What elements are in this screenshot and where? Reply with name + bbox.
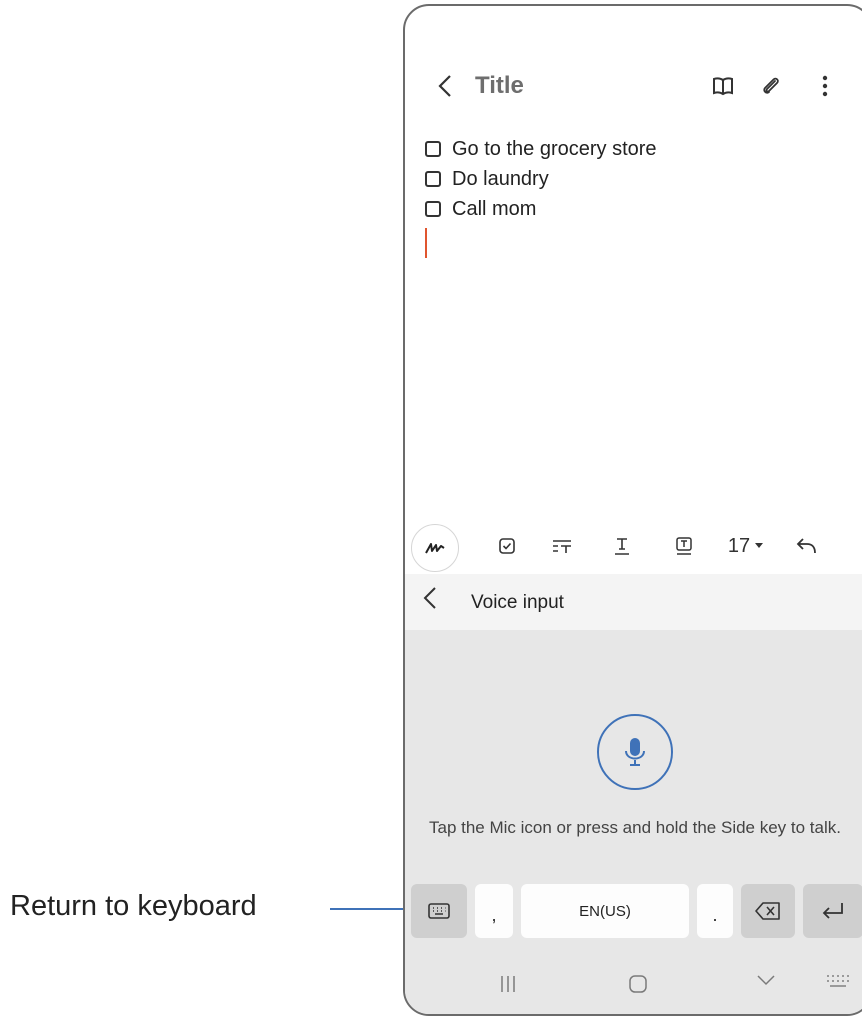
return-to-keyboard-button[interactable] <box>411 884 467 938</box>
enter-icon <box>822 903 843 919</box>
voice-input-label: Voice input <box>471 592 564 613</box>
book-icon <box>713 77 733 96</box>
handwriting-icon <box>425 543 445 554</box>
voice-keyboard-panel: Tap the Mic icon or press and hold the S… <box>405 630 862 1014</box>
text-style-icon <box>553 540 571 553</box>
hide-keyboard-button[interactable] <box>751 974 781 986</box>
mic-button[interactable] <box>597 714 673 790</box>
more-vertical-icon <box>822 75 828 97</box>
checklist-item: Call mom <box>425 194 657 224</box>
text-cursor <box>425 228 427 258</box>
font-size-selector[interactable]: 17 <box>723 528 769 564</box>
chevron-left-icon <box>438 75 451 97</box>
chevron-down-icon <box>757 975 775 986</box>
checklist-item: Do laundry <box>425 164 657 194</box>
text-box-icon <box>676 537 692 555</box>
keyboard-icon <box>428 903 450 919</box>
page-title[interactable]: Title <box>475 72 524 100</box>
pen-mode-button[interactable] <box>411 524 459 572</box>
comma-key[interactable]: , <box>475 884 513 938</box>
note-header: Title <box>405 62 862 110</box>
text-box-button[interactable] <box>667 528 701 564</box>
caret-down-icon <box>755 543 764 548</box>
keyboard-switch-button[interactable] <box>823 974 853 988</box>
paragraph-style-button[interactable] <box>545 528 579 564</box>
reading-mode-button[interactable] <box>705 68 741 104</box>
callout-label: Return to keyboard <box>10 890 257 922</box>
formatting-toolbar: 17 <box>405 518 862 574</box>
checkbox-icon <box>499 538 515 554</box>
checklist-item-text: Do laundry <box>452 167 549 190</box>
text-underline-icon <box>615 538 629 555</box>
attach-button[interactable] <box>753 68 789 104</box>
period-key[interactable]: . <box>697 884 733 938</box>
checkbox[interactable] <box>425 141 441 157</box>
paperclip-icon <box>763 77 779 94</box>
more-options-button[interactable] <box>807 68 843 104</box>
keyboard-grid-icon <box>827 975 849 987</box>
voice-hint-text: Tap the Mic icon or press and hold the S… <box>428 818 841 837</box>
backspace-icon <box>755 902 780 920</box>
callout-line <box>330 908 410 910</box>
undo-button[interactable] <box>791 528 823 564</box>
checklist-item: Go to the grocery store <box>425 134 657 164</box>
enter-key[interactable] <box>803 884 862 938</box>
voice-back-button[interactable] <box>423 586 437 615</box>
checkbox[interactable] <box>425 171 441 187</box>
font-size-value: 17 <box>727 534 751 557</box>
recent-apps-button[interactable] <box>493 974 523 994</box>
microphone-icon <box>625 738 645 766</box>
checklist-item-text: Go to the grocery store <box>452 137 657 160</box>
space-key[interactable]: EN(US) <box>521 884 689 938</box>
underline-text-button[interactable] <box>605 528 639 564</box>
chevron-left-icon <box>423 587 436 609</box>
checklist-item-text: Call mom <box>452 197 537 220</box>
phone-frame: Title Go to the grocery store Do laundry… <box>403 4 862 1016</box>
note-body[interactable]: Go to the grocery store Do laundry Call … <box>425 134 657 258</box>
checkbox-format-button[interactable] <box>491 528 523 564</box>
backspace-key[interactable] <box>741 884 795 938</box>
home-icon <box>629 975 647 993</box>
voice-input-bar: Voice input <box>405 574 862 630</box>
undo-icon <box>796 538 816 554</box>
checkbox[interactable] <box>425 201 441 217</box>
navigation-bar <box>405 960 862 1014</box>
back-button[interactable] <box>431 70 459 102</box>
recent-apps-icon <box>501 976 515 992</box>
home-button[interactable] <box>623 974 653 994</box>
